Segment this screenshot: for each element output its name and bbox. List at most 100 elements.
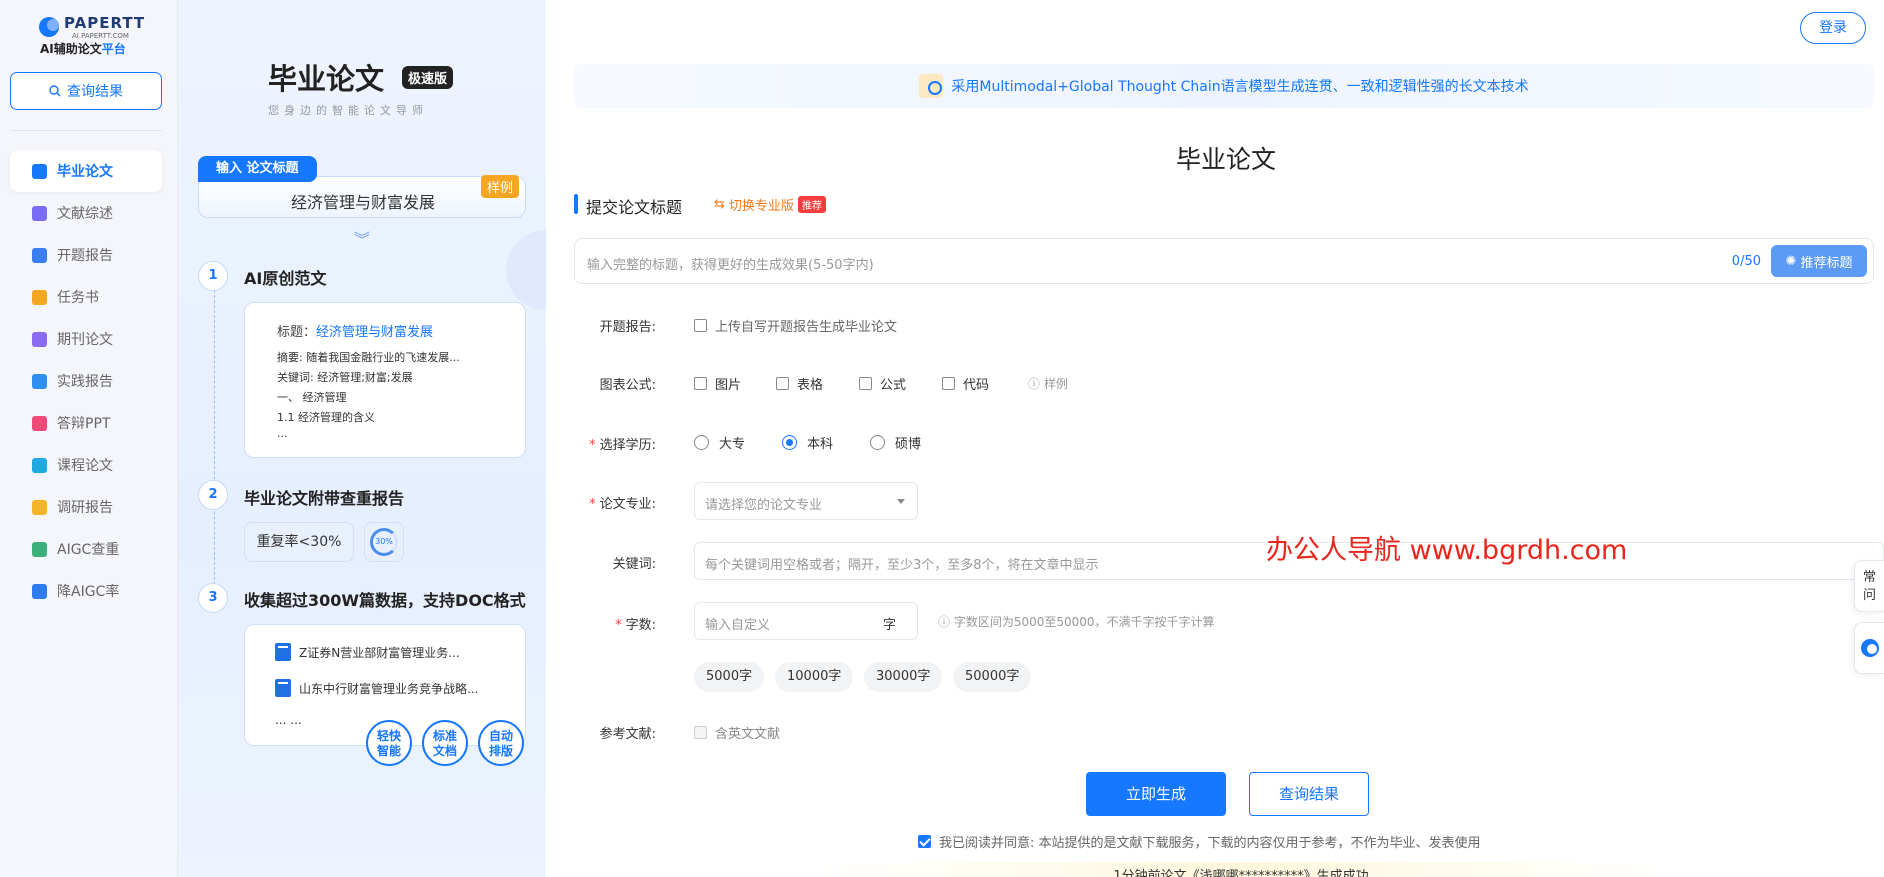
repeat-rate-box: 重复率<30% bbox=[244, 522, 354, 562]
sample-topic-box: 经济管理与财富发展 样例 bbox=[198, 175, 526, 218]
degree-option-bachelor[interactable]: 本科 bbox=[782, 433, 833, 452]
proposal-label: 开题报告: bbox=[599, 320, 656, 335]
ppt-icon bbox=[32, 415, 47, 431]
sidebar-nav: 毕业论文 文献综述开题报告任务书期刊论文实践报告答辩PPT 课程论文调研报告 AIGC… bbox=[10, 150, 162, 612]
brand-name: PAPERTT bbox=[64, 14, 146, 32]
repeat-rate-percent: 30% bbox=[370, 528, 398, 556]
agree-checkbox[interactable] bbox=[918, 835, 931, 848]
sidebar-item-1[interactable]: 文献综述 bbox=[10, 192, 162, 234]
sidebar-item-4[interactable]: 期刊论文 bbox=[10, 318, 162, 360]
book-icon bbox=[275, 679, 291, 697]
sidebar-item-label: 答辩PPT bbox=[57, 416, 111, 432]
chart-sample-link[interactable]: ⓘ 样例 bbox=[1028, 375, 1068, 392]
faq-float-tab[interactable]: 常问 bbox=[1854, 560, 1884, 612]
document-list-icon bbox=[32, 205, 47, 221]
sparkle-icon: ✺ bbox=[1785, 253, 1797, 269]
feature-badge-smart: 轻快 智能 bbox=[366, 720, 412, 766]
sidebar-item-label: 调研报告 bbox=[57, 500, 113, 516]
title-input[interactable]: 输入完整的标题，获得更好的生成效果(5-50字内) 0/50 ✺ 推荐标题 bbox=[574, 238, 1874, 284]
step-3-title: 收集超过300W篇数据，支持DOC格式 bbox=[244, 591, 526, 610]
sidebar-item-label: 课程论文 bbox=[57, 458, 113, 474]
customer-service-float-tab[interactable] bbox=[1854, 622, 1884, 674]
step-1-number: 1 bbox=[198, 261, 228, 291]
sidebar-item-5[interactable]: 实践报告 bbox=[10, 360, 162, 402]
recommend-title-button[interactable]: ✺ 推荐标题 bbox=[1771, 245, 1867, 277]
major-select[interactable]: 请选择您的论文专业 bbox=[694, 482, 918, 520]
survey-icon bbox=[32, 499, 47, 515]
word-chip-5000[interactable]: 5000字 bbox=[694, 662, 765, 692]
chart-option-image[interactable]: 图片 bbox=[694, 374, 741, 393]
sidebar-item-3[interactable]: 任务书 bbox=[10, 276, 162, 318]
switch-pro-link[interactable]: ⇆ 切换专业版 推荐 bbox=[714, 195, 826, 214]
sidebar-item-6[interactable]: 答辩PPT bbox=[10, 402, 162, 444]
word-count-input[interactable]: 输入自定义 字 bbox=[694, 602, 918, 640]
card1-line: 摘要: 随着我国金融行业的飞速发展... bbox=[277, 351, 460, 364]
decorative-glow bbox=[506, 230, 546, 310]
tech-banner: 采用Multimodal+Global Thought Chain语言模型生成连… bbox=[574, 64, 1874, 108]
topic-input-tag: 输入 论文标题 bbox=[198, 156, 317, 182]
degree-label: * 选择学历: bbox=[589, 438, 656, 453]
feature-badge-format: 自动 排版 bbox=[478, 720, 524, 766]
word-chip-50000[interactable]: 50000字 bbox=[953, 662, 1032, 692]
search-icon bbox=[49, 85, 61, 97]
words-label: * 字数: bbox=[615, 618, 656, 633]
swap-arrows-icon: ⇆ bbox=[714, 197, 725, 212]
card1-line: ... bbox=[277, 427, 288, 440]
hot-badge: 推荐 bbox=[797, 196, 826, 213]
word-chip-30000[interactable]: 30000字 bbox=[864, 662, 943, 692]
chart-option-table[interactable]: 表格 bbox=[776, 374, 823, 393]
sidebar-item-10[interactable]: 降AIGC率 bbox=[10, 570, 162, 612]
agreement-text: 我已阅读并同意: 本站提供的是文献下载服务，下载的内容仅用于参考，不作为毕业、发… bbox=[939, 836, 1481, 851]
word-chip-10000[interactable]: 10000字 bbox=[775, 662, 854, 692]
brand-url: AI.PAPERTT.COM bbox=[72, 32, 129, 40]
feature-badge-standard: 标准 文档 bbox=[422, 720, 468, 766]
aigc-check-icon bbox=[32, 541, 47, 557]
journal-icon bbox=[32, 331, 47, 347]
section-title: 提交论文标题 bbox=[586, 198, 683, 217]
step-2-number: 2 bbox=[198, 480, 228, 510]
step-3-number: 3 bbox=[198, 583, 228, 613]
app-root: PAPERTT AI.PAPERTT.COM AI辅助论文平台 查询结果 毕业论… bbox=[0, 0, 1884, 877]
sidebar-item-label: 开题报告 bbox=[57, 248, 113, 264]
step-2-title: 毕业论文附带查重报告 bbox=[244, 489, 405, 508]
speed-edition-tag: 极速版 bbox=[402, 66, 454, 89]
degree-option-master[interactable]: 硕博 bbox=[870, 433, 921, 452]
report-icon bbox=[32, 247, 47, 263]
chart-option-formula[interactable]: 公式 bbox=[859, 374, 906, 393]
sidebar-item-label: AIGC查重 bbox=[57, 542, 120, 558]
generate-button[interactable]: 立即生成 bbox=[1086, 772, 1226, 816]
english-refs-checkbox[interactable]: 含英文文献 bbox=[694, 723, 780, 742]
charts-label: 图表公式: bbox=[599, 378, 656, 393]
main-form-area: 登录 采用Multimodal+Global Thought Chain语言模型… bbox=[546, 0, 1884, 877]
task-book-icon bbox=[32, 289, 47, 305]
chevron-down-icon: ︾ bbox=[354, 230, 371, 249]
word-unit: 字 bbox=[883, 618, 897, 633]
chart-option-code[interactable]: 代码 bbox=[942, 374, 989, 393]
degree-option-junior[interactable]: 大专 bbox=[694, 433, 745, 452]
book-icon bbox=[275, 643, 291, 661]
sample-topic-text: 经济管理与财富发展 bbox=[290, 193, 435, 212]
panel-slogan: 您身边的智能论文导师 bbox=[268, 104, 428, 117]
sidebar-item-9[interactable]: AIGC查重 bbox=[10, 528, 162, 570]
sidebar-item-7[interactable]: 课程论文 bbox=[10, 444, 162, 486]
login-button[interactable]: 登录 bbox=[1800, 12, 1866, 44]
practice-icon bbox=[32, 373, 47, 389]
card1-line: 1.1 经济管理的含义 bbox=[277, 411, 375, 424]
course-icon bbox=[32, 457, 47, 473]
logo[interactable]: PAPERTT AI.PAPERTT.COM AI辅助论文平台 bbox=[38, 14, 158, 56]
proposal-checkbox[interactable]: 上传自写开题报告生成毕业论文 bbox=[694, 316, 897, 335]
card3-line: 山东中行财富管理业务竞争战略... bbox=[275, 679, 478, 697]
sidebar-item-label: 期刊论文 bbox=[57, 332, 113, 348]
banner-text: 采用Multimodal+Global Thought Chain语言模型生成连… bbox=[951, 79, 1529, 95]
card1-line: 关键词: 经济管理;财富;发展 bbox=[277, 371, 413, 384]
sidebar-query-button[interactable]: 查询结果 bbox=[10, 72, 162, 110]
papertt-logo-icon bbox=[39, 17, 59, 37]
sidebar-item-0[interactable]: 毕业论文 bbox=[10, 150, 162, 192]
query-result-button[interactable]: 查询结果 bbox=[1249, 772, 1369, 816]
reduce-aigc-icon bbox=[32, 583, 47, 599]
sidebar-item-8[interactable]: 调研报告 bbox=[10, 486, 162, 528]
card3-line: Z证券N营业部财富管理业务... bbox=[275, 643, 460, 661]
sample-badge: 样例 bbox=[480, 175, 519, 198]
steps-connector bbox=[214, 290, 215, 590]
sidebar-item-2[interactable]: 开题报告 bbox=[10, 234, 162, 276]
